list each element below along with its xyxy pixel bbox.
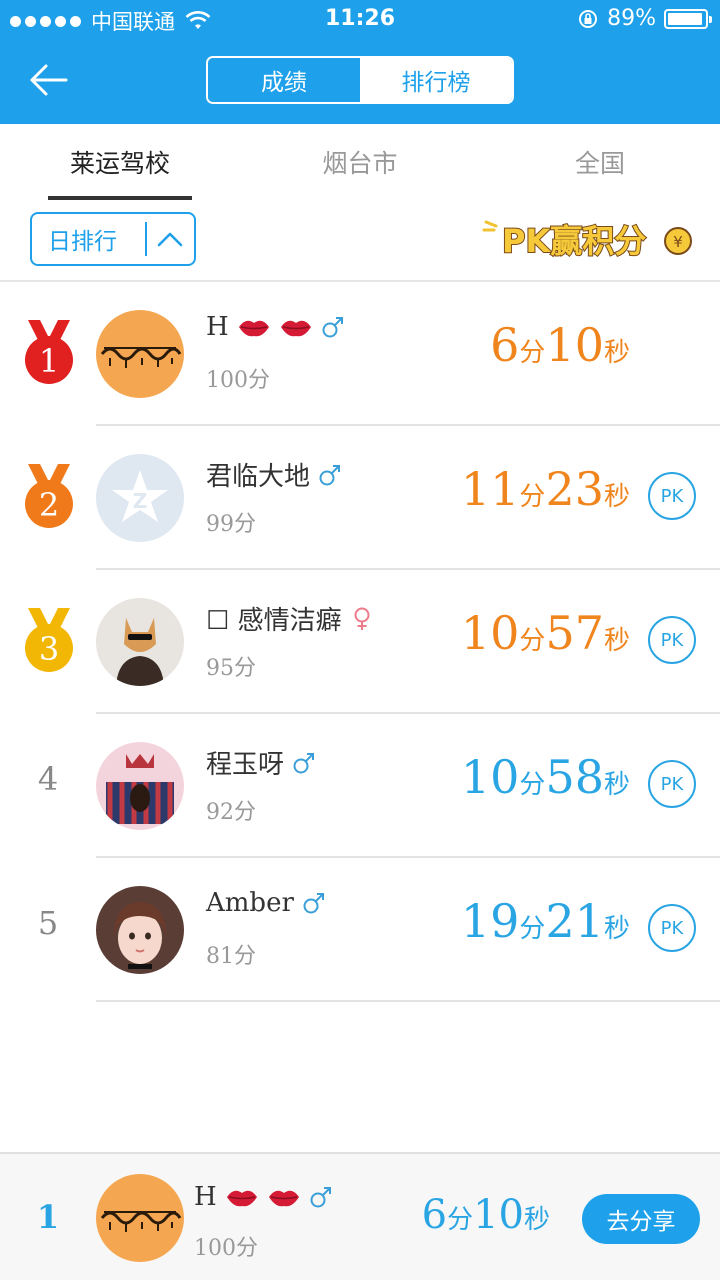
user-name: ☐ 感情洁癖 (206, 606, 342, 636)
svg-text:3: 3 (39, 630, 59, 668)
tab-leaderboard[interactable]: 排行榜 (360, 58, 512, 102)
user-name: 程玉呀 (206, 750, 285, 780)
ranking-row[interactable]: 4 程玉呀 92分 10分58秒 PK (0, 714, 720, 858)
region-tabs: 莱运驾校 烟台市 全国 (0, 124, 720, 200)
completion-time: 6分10秒 (490, 318, 630, 372)
tab-driving-school[interactable]: 莱运驾校 (48, 144, 192, 180)
completion-time: 10分58秒 (460, 750, 630, 804)
battery-icon (664, 8, 712, 29)
user-name: 君临大地 (206, 462, 311, 492)
battery-percent: 89% (607, 6, 656, 31)
user-name: H (206, 312, 229, 342)
ranking-row[interactable]: 3 ☐ 感情洁癖 95分 10分57秒 PK (0, 570, 720, 714)
silver-medal-icon: 2 (25, 464, 73, 528)
ranking-row[interactable]: 2 Z 君临大地 99分 11分23秒 PK (0, 426, 720, 570)
my-user-name: H (194, 1182, 217, 1212)
bronze-medal-icon: 3 (25, 608, 73, 672)
ranking-row[interactable]: 1 H 100分 6分10秒 (0, 282, 720, 426)
my-rank-bar: 1 H 100分 6分10秒 去分享 (0, 1152, 720, 1280)
ranking-period-label: 日排行 (48, 229, 117, 255)
user-name: Amber (206, 888, 294, 918)
user-score: 99分 (206, 512, 256, 537)
app-header: 中国联通 11:26 89% 成绩 排行榜 (0, 0, 720, 124)
pk-button[interactable]: PK (648, 472, 696, 520)
svg-text:Z: Z (133, 489, 148, 513)
back-arrow-icon[interactable] (28, 60, 72, 100)
completion-time: 11分23秒 (460, 462, 630, 516)
completion-time: 19分21秒 (460, 894, 630, 948)
rotation-lock-icon (579, 9, 598, 28)
male-icon (310, 1187, 331, 1208)
avatar[interactable] (96, 598, 184, 686)
tab-national[interactable]: 全国 (528, 144, 672, 180)
svg-text:¥: ¥ (673, 233, 683, 251)
user-score: 95分 (206, 656, 256, 681)
tab-score[interactable]: 成绩 (208, 58, 360, 102)
divider (96, 1000, 720, 1002)
lips-icon (280, 320, 311, 337)
my-avatar[interactable] (96, 1174, 184, 1262)
ranking-row[interactable]: 5 Amber 81分 19分21秒 PK (0, 858, 720, 1002)
avatar[interactable] (96, 310, 184, 398)
ranking-period-dropdown[interactable]: 日排行 (30, 212, 196, 266)
avatar[interactable]: Z (96, 454, 184, 542)
rank-number: 4 (37, 760, 59, 798)
female-icon (354, 607, 370, 630)
user-score: 92分 (206, 800, 256, 825)
pk-button[interactable]: PK (648, 904, 696, 952)
my-rank-number: 1 (36, 1198, 60, 1236)
lips-icon (268, 1190, 299, 1207)
tab-city[interactable]: 烟台市 (288, 144, 432, 180)
male-icon (322, 317, 343, 338)
male-icon (319, 464, 341, 485)
rank-number: 5 (37, 904, 59, 942)
pk-banner-text: PK赢积分 (502, 222, 646, 260)
lips-icon (226, 1190, 257, 1207)
share-button[interactable]: 去分享 (582, 1194, 700, 1244)
male-icon (303, 893, 324, 914)
chevron-up-icon (147, 214, 194, 264)
pk-button[interactable]: PK (648, 760, 696, 808)
active-tab-indicator (48, 196, 192, 200)
avatar[interactable] (96, 742, 184, 830)
lips-icon (238, 320, 269, 337)
gold-medal-icon: 1 (25, 320, 73, 384)
male-icon (293, 752, 315, 773)
my-score: 100分 (194, 1236, 258, 1261)
status-bar: 中国联通 11:26 89% (0, 0, 720, 40)
user-score: 81分 (206, 944, 256, 969)
user-score: 100分 (206, 368, 270, 393)
avatar[interactable] (96, 886, 184, 974)
my-completion-time: 6分10秒 (421, 1192, 550, 1238)
svg-text:1: 1 (39, 342, 59, 380)
header-segment-control: 成绩 排行榜 (206, 56, 514, 104)
completion-time: 10分57秒 (460, 606, 630, 660)
svg-text:2: 2 (39, 486, 59, 524)
pk-earn-points-banner[interactable]: PK赢积分 ¥ (480, 208, 700, 266)
pk-button[interactable]: PK (648, 616, 696, 664)
